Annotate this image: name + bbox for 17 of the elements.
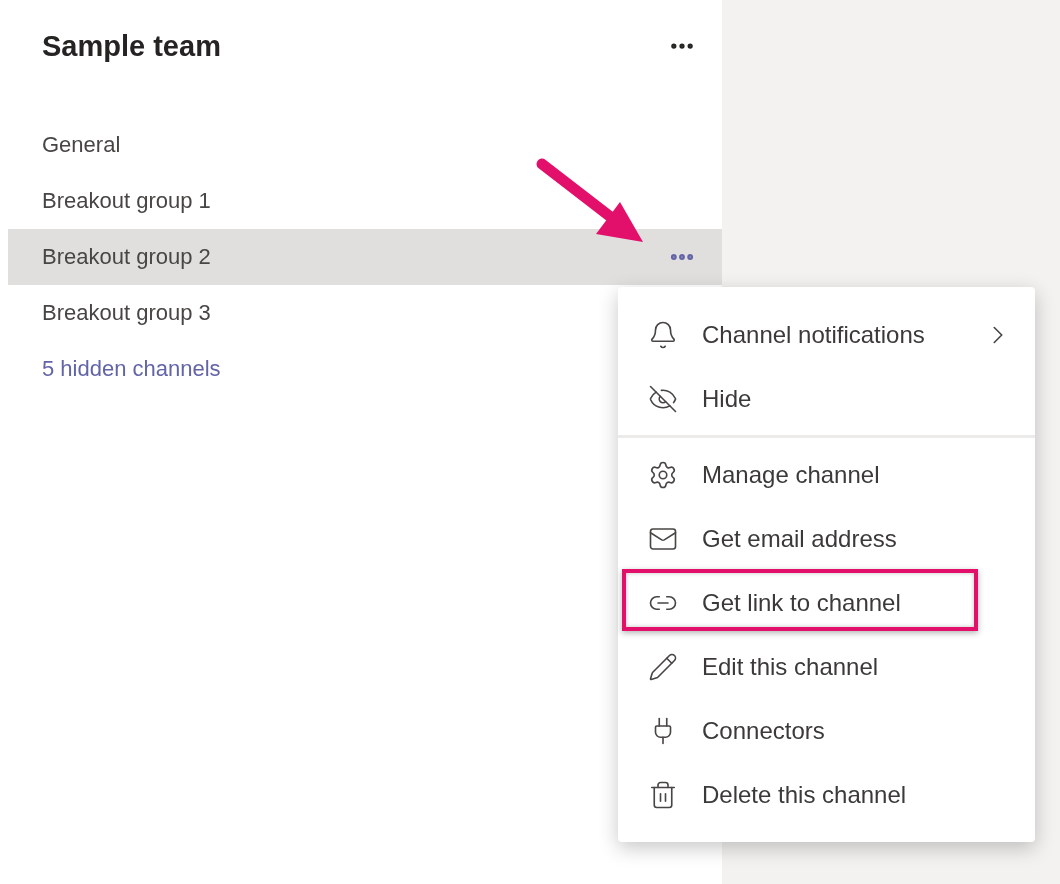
menu-item[interactable]: Delete this channel — [618, 763, 1035, 827]
menu-item[interactable]: Channel notifications — [618, 303, 1035, 367]
menu-item[interactable]: Get link to channel — [618, 571, 1035, 635]
menu-item[interactable]: Manage channel — [618, 443, 1035, 507]
settings-icon — [648, 460, 678, 490]
menu-item[interactable]: Get email address — [618, 507, 1035, 571]
pencil-icon — [648, 652, 678, 682]
bell-icon — [648, 320, 678, 350]
channel-item[interactable]: General — [8, 117, 722, 173]
eye-off-icon — [648, 384, 678, 414]
menu-item[interactable]: Edit this channel — [618, 635, 1035, 699]
menu-item[interactable]: Hide — [618, 367, 1035, 431]
channel-item[interactable]: Breakout group 1 — [8, 173, 722, 229]
team-title: Sample team — [42, 29, 221, 63]
trash-icon — [648, 780, 678, 810]
menu-item[interactable]: Connectors — [618, 699, 1035, 763]
channel-item[interactable]: Breakout group 2 — [8, 229, 722, 285]
